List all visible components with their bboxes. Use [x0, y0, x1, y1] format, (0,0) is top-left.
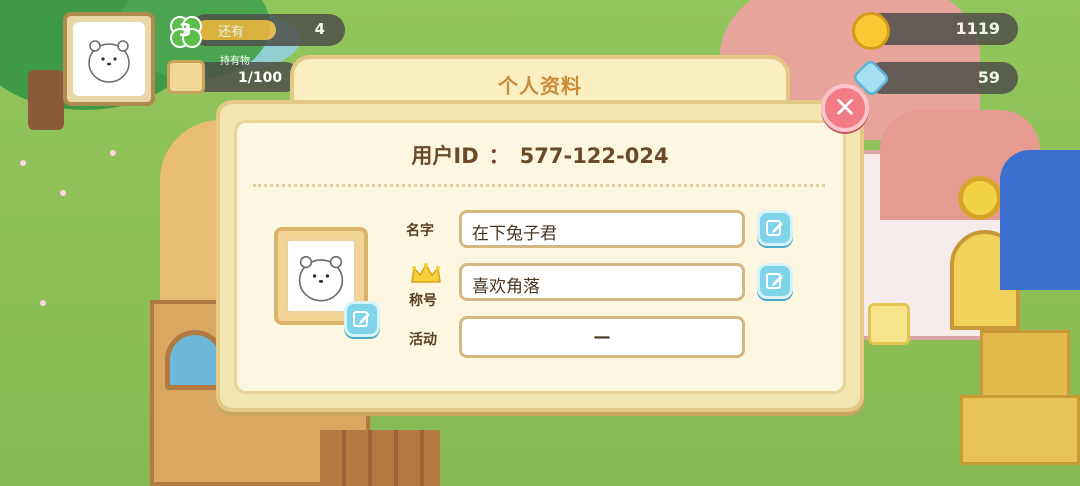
flower	[60, 190, 66, 196]
title-field: 喜欢角落	[459, 263, 745, 301]
edit-avatar-button[interactable]	[344, 301, 380, 337]
user-id-label: 用户ID	[411, 144, 479, 168]
activity-field: —	[459, 316, 745, 358]
activity-label: 活动	[409, 332, 437, 348]
flower	[40, 300, 46, 306]
gem-counter[interactable]: 59	[866, 62, 1018, 94]
name-label: 名字	[406, 223, 434, 239]
crown-icon	[411, 263, 441, 283]
dotted-divider	[253, 184, 825, 187]
user-id-value: 577-122-024	[519, 144, 669, 168]
blue-roof	[1000, 150, 1080, 290]
clover-icon: 3	[166, 12, 206, 52]
tofu-icon	[167, 60, 205, 94]
gem-value: 59	[977, 68, 1000, 87]
close-button[interactable]: ✕	[821, 84, 869, 132]
user-id-row: 用户ID ： 577-122-024	[216, 140, 864, 170]
hay-bale	[980, 330, 1070, 400]
stock-label: 还有	[218, 25, 245, 40]
title-label: 称号	[409, 293, 437, 309]
name-field: 在下兔子君	[459, 210, 745, 248]
round-window	[958, 176, 1002, 220]
bear-avatar-icon	[73, 22, 145, 96]
edit-icon	[766, 273, 783, 289]
flower	[110, 150, 116, 156]
tofu-block	[868, 303, 910, 345]
tree-trunk	[28, 70, 64, 130]
level-number: 3	[179, 20, 192, 41]
bear-avatar-icon	[286, 239, 356, 313]
stock-counter: 还有 4	[190, 14, 345, 46]
flower	[20, 160, 26, 166]
edit-name-button[interactable]	[757, 210, 793, 246]
items-value: 1/100	[238, 70, 283, 86]
hay-bale	[960, 395, 1080, 465]
items-caption: 持有物	[220, 56, 250, 67]
stock-value: 4	[314, 20, 325, 38]
coin-icon	[852, 12, 890, 50]
edit-title-button[interactable]	[757, 263, 793, 299]
player-avatar[interactable]	[63, 12, 155, 106]
wooden-stairs	[320, 430, 440, 486]
edit-icon	[766, 220, 783, 236]
close-icon: ✕	[833, 91, 857, 124]
dialog-title: 个人资料	[498, 74, 582, 98]
edit-icon	[353, 311, 370, 327]
coin-value: 1119	[955, 19, 1000, 38]
user-id-separator: ：	[488, 144, 510, 168]
